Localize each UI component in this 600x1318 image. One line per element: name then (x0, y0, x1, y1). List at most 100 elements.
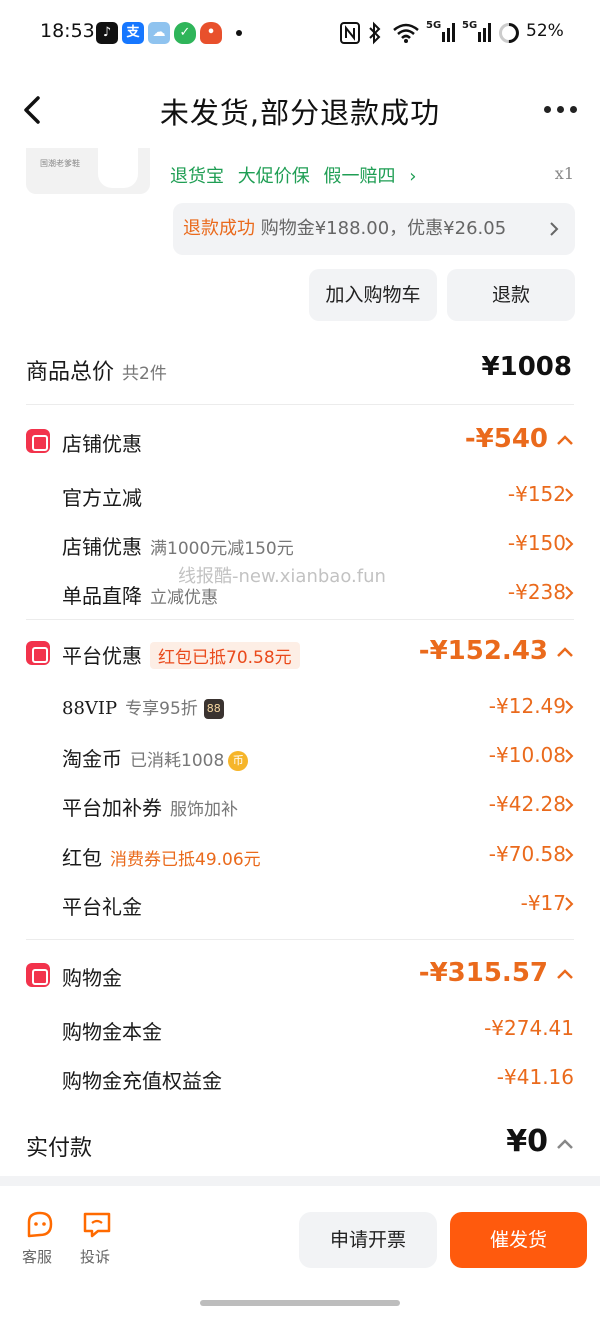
security-icon: ✓ (174, 22, 196, 44)
item-amount: -¥70.58 (488, 842, 566, 866)
item-label: 购物金本金 (62, 1020, 162, 1044)
add-to-cart-button[interactable]: 加入购物车 (309, 269, 437, 321)
status-bar: 18:53 ♪ 支 ☁ ✓ • 5G 5G 52% (0, 0, 600, 64)
chevron-right-icon (565, 488, 574, 502)
weather-icon: ☁ (148, 22, 170, 44)
shopping-bag-icon (26, 963, 50, 987)
chevron-up-icon[interactable] (556, 434, 574, 446)
section-separator (0, 1176, 600, 1186)
status-time: 18:53 (40, 20, 95, 42)
vip-88-icon: 88 (203, 699, 224, 719)
platform-icon (26, 641, 50, 665)
urge-shipment-button[interactable]: 催发货 (450, 1212, 587, 1268)
list-item[interactable]: 平台加补券 服饰加补 -¥42.28 (0, 790, 600, 820)
list-item[interactable]: 平台礼金 -¥17 (0, 889, 600, 919)
shopping-credit-amount: -¥315.57 (418, 958, 548, 988)
chevron-right-icon (550, 222, 559, 236)
chevron-right-icon (565, 537, 574, 551)
store-discount-section[interactable]: 店铺优惠 -¥540 (0, 424, 600, 460)
tiktok-icon: ♪ (96, 22, 118, 44)
complain-chat-icon (83, 1212, 111, 1238)
taobao-icon: • (200, 22, 222, 44)
paid-label: 实付款 (26, 1136, 93, 1161)
list-item[interactable]: 88VIP 专享95折 88 -¥12.49 (0, 692, 600, 722)
total-price-amount: ¥1008 (481, 352, 572, 382)
item-label: 店铺优惠 满1000元减150元 (62, 535, 294, 559)
chevron-right-icon (565, 897, 574, 911)
wifi-icon (393, 23, 419, 43)
signal-5g-2-icon: 5G (462, 20, 492, 46)
nfc-icon (340, 22, 360, 44)
item-amount: -¥150 (507, 531, 566, 555)
chevron-up-icon[interactable] (556, 646, 574, 658)
complain-button[interactable]: 投诉 (80, 1210, 116, 1270)
item-label: 单品直降 立减优惠 (62, 584, 218, 608)
customer-service-button[interactable]: 客服 (22, 1210, 58, 1270)
product-quantity: x1 (554, 164, 574, 183)
tag-fake-compensation: 假一赔四 (323, 166, 396, 187)
list-item[interactable]: 官方立减 -¥152 (0, 480, 600, 510)
chevron-right-icon: › (409, 166, 417, 187)
complain-label: 投诉 (80, 1248, 111, 1266)
store-discount-label: 店铺优惠 (62, 432, 142, 456)
list-item: 购物金本金 -¥274.41 (0, 1014, 600, 1044)
shopping-credit-label: 购物金 (62, 966, 122, 990)
item-amount: -¥238 (507, 580, 566, 604)
more-options-icon[interactable] (544, 102, 578, 118)
bottom-action-bar: 客服 投诉 申请开票 催发货 (0, 1186, 600, 1318)
home-indicator[interactable] (200, 1300, 400, 1306)
chevron-right-icon (565, 700, 574, 714)
header: 未发货,部分退款成功 (0, 80, 600, 140)
item-label: 购物金充值权益金 (62, 1069, 222, 1093)
list-item: 购物金充值权益金 -¥41.16 (0, 1063, 600, 1093)
item-label: 官方立减 (62, 486, 142, 510)
item-amount: -¥42.28 (488, 792, 566, 816)
store-icon (26, 429, 50, 453)
battery-level: 52% (526, 21, 564, 41)
divider (26, 404, 574, 405)
list-item[interactable]: 淘金币 已消耗1008 币 -¥10.08 (0, 741, 600, 771)
chevron-right-icon (565, 749, 574, 763)
chevron-up-icon[interactable] (556, 968, 574, 980)
item-count: 共2件 (122, 364, 167, 384)
list-item[interactable]: 红包 消费券已抵49.06元 -¥70.58 (0, 840, 600, 870)
item-amount: -¥10.08 (488, 743, 566, 767)
item-amount: -¥17 (520, 891, 566, 915)
item-label: 淘金币 已消耗1008 币 (62, 743, 249, 772)
customer-service-label: 客服 (22, 1248, 53, 1266)
notification-dot-icon (236, 30, 242, 36)
platform-discount-label: 平台优惠 红包已抵70.58元 (62, 640, 300, 669)
platform-discount-section[interactable]: 平台优惠 红包已抵70.58元 -¥152.43 (0, 636, 600, 672)
chevron-up-icon[interactable] (556, 1138, 574, 1150)
chevron-right-icon (565, 586, 574, 600)
item-amount: -¥274.41 (484, 1016, 574, 1040)
item-label: 平台礼金 (62, 895, 142, 919)
refund-status: 退款成功 (183, 218, 255, 239)
paid-amount: ¥0 (506, 1124, 548, 1159)
page-title: 未发货,部分退款成功 (159, 96, 441, 130)
refund-button[interactable]: 退款 (447, 269, 575, 321)
thumb-text: 国潮老爹鞋 (40, 159, 80, 168)
signal-5g-1-icon: 5G (426, 20, 456, 46)
product-thumbnail[interactable]: 国潮老爹鞋 (26, 148, 150, 194)
shopping-credit-section[interactable]: 购物金 -¥315.57 (0, 958, 600, 994)
list-item[interactable]: 单品直降 立减优惠 -¥238 (0, 578, 600, 608)
product-shoe-image (98, 148, 138, 188)
product-service-tags[interactable]: 退货宝 大促价保 假一赔四 › (170, 162, 416, 188)
tag-return-insurance: 退货宝 (170, 166, 224, 187)
platform-discount-amount: -¥152.43 (418, 636, 548, 666)
store-discount-amount: -¥540 (464, 424, 548, 454)
bluetooth-icon (369, 21, 381, 45)
item-label: 88VIP 专享95折 88 (62, 694, 224, 719)
coin-icon: 币 (228, 751, 249, 771)
divider (26, 619, 574, 620)
refund-status-box[interactable]: 退款成功 购物金¥188.00，优惠¥26.05 (173, 203, 575, 255)
total-price-label: 商品总价 共2件 (26, 360, 167, 385)
request-invoice-button[interactable]: 申请开票 (299, 1212, 437, 1268)
chevron-right-icon (565, 798, 574, 812)
chevron-right-icon (565, 848, 574, 862)
item-label: 平台加补券 服饰加补 (62, 796, 238, 820)
battery-ring-icon (499, 23, 519, 44)
item-amount: -¥41.16 (496, 1065, 574, 1089)
list-item[interactable]: 店铺优惠 满1000元减150元 -¥150 (0, 529, 600, 559)
